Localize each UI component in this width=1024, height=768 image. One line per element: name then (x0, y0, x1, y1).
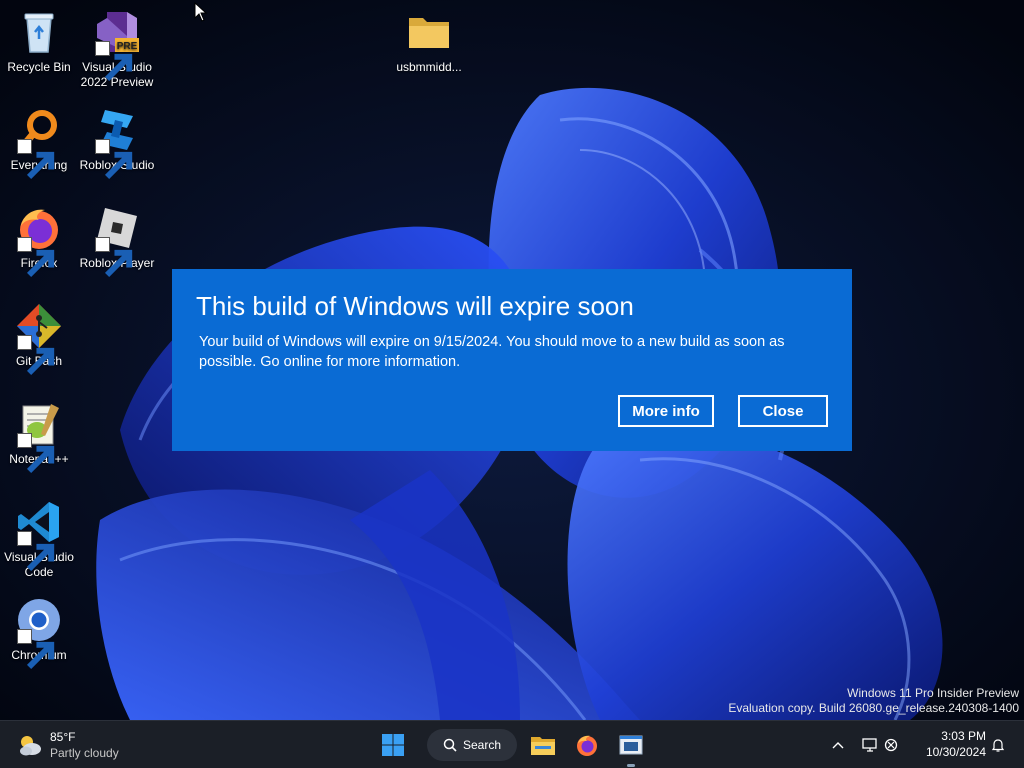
desktop-icon-roblox-player[interactable]: Roblox Player (79, 204, 155, 278)
desktop-icon-label: usbmmidd... (396, 60, 462, 74)
desktop-icon-notepad-plus-plus[interactable]: Notepad++ (1, 400, 77, 474)
dialog-title: This build of Windows will expire soon (196, 291, 634, 321)
firefox-icon (577, 735, 597, 756)
taskbar-file-explorer[interactable] (527, 729, 559, 761)
search-label: Search (463, 738, 502, 752)
shortcut-arrow-icon (17, 629, 55, 670)
mouse-cursor-icon (194, 2, 208, 22)
shortcut-arrow-icon (17, 139, 55, 180)
active-app-indicator (627, 764, 635, 767)
shortcut-arrow-icon (17, 531, 55, 572)
desktop-icon-visual-studio[interactable]: PRE Visual Studio 2022 Preview (79, 8, 155, 90)
app-window-icon (619, 735, 643, 755)
desktop-icon-firefox[interactable]: Firefox (1, 204, 77, 278)
build-expiry-dialog: This build of Windows will expire soon Y… (172, 269, 852, 451)
system-clock[interactable]: 3:03 PM 10/30/2024 (914, 728, 986, 760)
weather-widget[interactable]: 85°F Partly cloudy (14, 728, 144, 762)
weather-condition: Partly cloudy (50, 746, 119, 760)
taskbar-search[interactable]: Search (427, 729, 517, 761)
shortcut-arrow-icon (17, 433, 55, 474)
shortcut-arrow-icon (17, 237, 55, 278)
desktop-icon-everything[interactable]: Everything (1, 106, 77, 180)
network-disconnected-icon (884, 738, 898, 752)
taskbar: 85°F Partly cloudy Search 3:03 PM 10/30/… (0, 720, 1024, 768)
quick-settings-button[interactable] (858, 729, 902, 761)
weather-temperature: 85°F (50, 730, 76, 744)
start-button[interactable] (377, 729, 409, 761)
display-icon (862, 738, 877, 752)
taskbar-app-window[interactable] (615, 729, 647, 761)
partly-cloudy-icon (20, 736, 41, 756)
shortcut-arrow-icon (95, 237, 133, 278)
notification-center-button[interactable] (988, 729, 1008, 761)
chevron-up-icon (832, 742, 844, 749)
folder-icon (409, 18, 449, 48)
watermark-edition: Windows 11 Pro Insider Preview (847, 686, 1019, 700)
taskbar-firefox[interactable] (571, 729, 603, 761)
show-hidden-icons-button[interactable] (828, 729, 848, 761)
desktop-icon-git-bash[interactable]: Git Bash (1, 302, 77, 376)
start-icon (382, 734, 404, 756)
shortcut-arrow-icon (17, 335, 55, 376)
desktop-icon-usbmmidd-folder[interactable]: usbmmidd... (391, 8, 467, 75)
desktop-icon-recycle-bin[interactable]: Recycle Bin (1, 8, 77, 75)
shortcut-arrow-icon (95, 41, 133, 82)
close-button[interactable]: Close (738, 395, 828, 427)
evaluation-watermark: Windows 11 Pro Insider Preview Evaluatio… (728, 686, 1019, 716)
dialog-message: Your build of Windows will expire on 9/1… (199, 334, 785, 370)
clock-date: 10/30/2024 (925, 745, 986, 759)
clock-time: 3:03 PM (941, 729, 986, 743)
more-info-button[interactable]: More info (618, 395, 714, 427)
notification-bell-icon (991, 739, 1005, 752)
file-explorer-icon (531, 737, 555, 755)
desktop-icon-roblox-studio[interactable]: Roblox Studio (79, 106, 155, 180)
desktop-icon-chromium[interactable]: Chromium (1, 596, 77, 670)
shortcut-arrow-icon (95, 139, 133, 180)
search-icon (443, 738, 457, 752)
desktop-icon-label: Recycle Bin (7, 60, 71, 74)
recycle-bin-icon (24, 13, 54, 53)
desktop-icon-vscode[interactable]: Visual Studio Code (1, 498, 77, 580)
watermark-build: Evaluation copy. Build 26080.ge_release.… (728, 701, 1019, 715)
